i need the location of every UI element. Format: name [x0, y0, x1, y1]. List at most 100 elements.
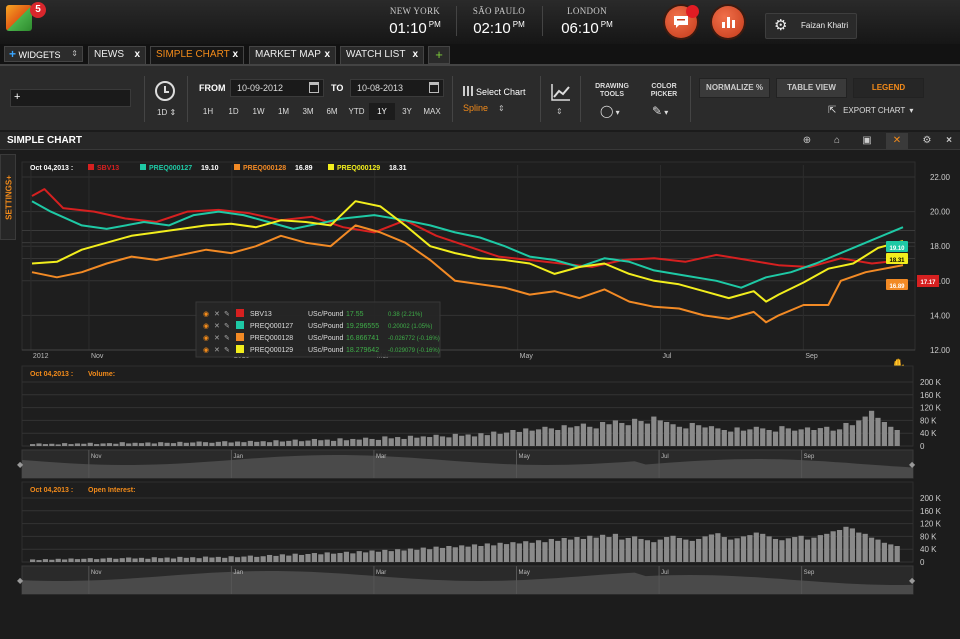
volume-bar [395, 549, 401, 562]
volume-bar [401, 550, 407, 562]
volume-bar [888, 544, 894, 562]
gear-icon[interactable]: ⚙ [916, 133, 938, 149]
legend-box-swatch [236, 321, 244, 329]
add-tab-button[interactable]: + [428, 46, 450, 64]
to-date-field[interactable]: 10-08-2013 [350, 79, 444, 97]
clock-icon[interactable] [155, 81, 175, 101]
color-picker-button[interactable]: ✎ ▾ [652, 104, 668, 118]
volume-bar [856, 532, 862, 562]
volume-bar [747, 535, 753, 562]
volume-bar [427, 549, 433, 562]
tab-news[interactable]: NEWS x [88, 46, 146, 64]
volume-bar [599, 422, 606, 446]
volume-bar [55, 558, 61, 562]
from-date-field[interactable]: 10-09-2012 [230, 79, 324, 97]
volume-bar [331, 440, 337, 446]
eyedropper-icon: ✎ [652, 104, 663, 118]
range-button-active[interactable]: 1Y [369, 103, 395, 120]
drawing-tools-button[interactable]: ◯ ▾ [600, 104, 620, 118]
volume-bar [382, 436, 388, 446]
volume-bar [747, 429, 753, 446]
volume-bar [266, 442, 273, 446]
calendar-icon[interactable] [429, 82, 439, 93]
interval-selector[interactable]: 1D ⇕ [157, 108, 176, 117]
range-button[interactable]: 1W [246, 103, 271, 120]
tab-bar: + WIDGETS ⇕ NEWS x SIMPLE CHART x MARKET M… [0, 44, 960, 64]
volume-bar [119, 442, 125, 446]
folder-open-icon[interactable]: ⌂ [826, 133, 848, 149]
y-tick-label: 40 K [920, 429, 937, 438]
volume-bar [696, 425, 702, 446]
y-tick-label: 160 K [920, 391, 942, 400]
x-tick-label: Jul [662, 353, 671, 360]
export-chart-button[interactable]: ⇱ EXPORT CHART ▾ [828, 105, 913, 116]
range-button[interactable]: MAX [419, 103, 445, 120]
range-button[interactable]: 1D [221, 103, 246, 120]
range-button[interactable]: 6M [320, 103, 344, 120]
app-logo-icon[interactable] [6, 5, 32, 31]
volume-bar [638, 421, 644, 446]
volume-bar [145, 558, 151, 562]
volume-bar [74, 559, 81, 562]
volume-bar [868, 410, 875, 446]
last-value-text: 18.31 [889, 258, 905, 264]
range-button[interactable]: 3M [296, 103, 320, 120]
select-chart-button[interactable]: Select Chart [463, 86, 526, 97]
volume-bar [158, 442, 164, 446]
edit-series-icon: ✎ [224, 335, 230, 342]
volume-bar [305, 554, 311, 562]
volume-bar [202, 442, 209, 446]
volume-bar [657, 539, 663, 562]
widgets-button[interactable]: + WIDGETS ⇕ [4, 46, 83, 62]
close-icon[interactable]: x [412, 47, 418, 63]
volume-bar [612, 420, 619, 446]
legend-box-change: 0.20002 (1.05%) [388, 324, 432, 330]
volume-bar [337, 553, 343, 562]
save-icon[interactable]: ▣ [856, 133, 878, 149]
tab-simple-chart[interactable]: SIMPLE CHART x [150, 46, 244, 64]
tab-label: WATCH LIST [346, 49, 406, 60]
legend-box-swatch [236, 345, 244, 353]
range-button[interactable]: 1M [271, 103, 296, 120]
volume-bar [62, 443, 68, 446]
close-icon[interactable]: x [134, 47, 140, 63]
tab-label: SIMPLE CHART [156, 49, 230, 60]
close-icon[interactable]: x [232, 47, 238, 63]
volume-bar [548, 538, 554, 562]
chart-type-dropdown[interactable]: Spline ⇕ [463, 103, 505, 113]
circle-icon: ◯ [600, 104, 614, 118]
updown-arrow-icon[interactable]: ⇕ [556, 107, 563, 116]
zoom-icon[interactable]: ⊕ [796, 133, 818, 149]
legend-box-unit: USc/Pound [308, 335, 344, 342]
legend-box-swatch [236, 309, 244, 317]
volume-bar [523, 541, 529, 562]
tab-market-map[interactable]: MARKET MAP x [249, 46, 336, 64]
analytics-button[interactable] [712, 6, 744, 38]
range-button[interactable]: YTD [344, 103, 369, 120]
user-menu[interactable]: ⚙ Faizan Khatri [765, 13, 857, 39]
legend-box-unit: USc/Pound [308, 311, 344, 318]
line-chart-icon[interactable] [551, 83, 571, 101]
range-button[interactable]: 1H [195, 103, 221, 120]
symbol-search-input[interactable]: + [10, 89, 131, 107]
range-button[interactable]: 3Y [395, 103, 419, 120]
volume-bar [567, 539, 574, 562]
close-icon[interactable]: × [938, 133, 960, 149]
table-view-button[interactable]: TABLE VIEW [776, 78, 847, 98]
close-icon[interactable]: x [324, 47, 330, 63]
volume-bar [689, 540, 695, 562]
volume-bar [36, 443, 42, 446]
volume-bar [68, 444, 74, 446]
tools-icon[interactable]: ✕ [886, 133, 908, 149]
tab-watch-list[interactable]: WATCH LIST x [340, 46, 424, 64]
volume-bar [836, 429, 843, 446]
normalize-button[interactable]: NORMALIZE % [699, 78, 770, 98]
volume-bar [106, 557, 113, 562]
legend-button[interactable]: LEGEND [853, 78, 924, 98]
volume-bar [113, 558, 119, 562]
volume-bar [497, 542, 503, 562]
calendar-icon[interactable] [309, 82, 319, 93]
to-label: TO [331, 83, 344, 93]
legend-box-name: PREQ000129 [250, 347, 293, 354]
volume-bar [401, 438, 407, 446]
